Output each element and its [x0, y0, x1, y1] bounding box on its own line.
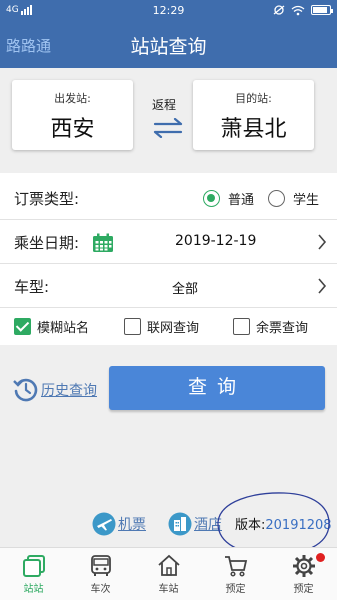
- cart-icon: [224, 556, 247, 577]
- bottom-tab-bar: 站站 车次 车站 预定 预定: [0, 547, 337, 600]
- wifi-icon: [291, 5, 305, 15]
- tab-label: 预定: [293, 584, 314, 595]
- swap-stations-icon[interactable]: [151, 118, 185, 138]
- tab-booking[interactable]: 预定: [202, 548, 269, 600]
- query-button[interactable]: 查询: [109, 366, 325, 410]
- chevron-right-icon: [318, 234, 327, 250]
- hotel-icon: [168, 512, 192, 536]
- query-form: 订票类型: 普通 学生 乘坐日期: 2019-12-19 车型: 全部 模糊站名…: [0, 173, 337, 345]
- radio-selected-icon[interactable]: [203, 190, 220, 207]
- arrival-label: 目的站:: [235, 92, 272, 105]
- train-type-label: 车型:: [14, 278, 50, 296]
- hotel-link[interactable]: 酒店: [168, 512, 222, 536]
- checkbox-unchecked-icon[interactable]: [233, 318, 250, 335]
- history-icon: [13, 378, 38, 402]
- alarm-icon: [273, 5, 285, 15]
- hotel-label: 酒店: [194, 517, 222, 533]
- status-icons: [273, 4, 333, 16]
- train-type-value: 全部: [172, 282, 199, 297]
- chevron-right-icon: [318, 278, 327, 294]
- title-bar: 路路通 站站查询: [0, 22, 337, 68]
- tab-label: 车次: [90, 584, 111, 595]
- station-selector: 出发站: 西安 返程 目的站: 萧县北: [0, 68, 337, 168]
- airplane-icon: [92, 512, 116, 536]
- air-ticket-link[interactable]: 机票: [92, 512, 146, 536]
- departure-station-card[interactable]: 出发站: 西安: [12, 80, 133, 150]
- battery-icon: [311, 5, 333, 15]
- arrival-station-card[interactable]: 目的站: 萧县北: [193, 80, 314, 150]
- checkbox-online-label: 联网查询: [147, 321, 200, 336]
- air-ticket-label: 机票: [118, 517, 146, 533]
- checkbox-remaining-label: 余票查询: [256, 321, 309, 336]
- version-number: 20191208: [265, 518, 332, 533]
- radio-normal[interactable]: 普通: [203, 189, 254, 208]
- calendar-icon: [93, 233, 113, 252]
- radio-normal-label: 普通: [228, 193, 255, 208]
- tab-label: 预定: [225, 584, 246, 595]
- ticket-type-row: 订票类型: 普通 学生: [0, 177, 337, 220]
- checkbox-fuzzy-label: 模糊站名: [37, 321, 90, 336]
- checkbox-fuzzy-station[interactable]: 模糊站名: [14, 317, 89, 336]
- version-label: 版本:: [235, 518, 266, 533]
- tab-train-number[interactable]: 车次: [67, 548, 134, 600]
- tab-station-to-station[interactable]: 站站: [0, 548, 67, 600]
- arrival-station: 萧县北: [220, 117, 287, 142]
- date-value: 2019-12-19: [175, 233, 257, 249]
- train-type-row[interactable]: 车型: 全部: [0, 265, 337, 308]
- departure-label: 出发站:: [54, 92, 91, 105]
- departure-station: 西安: [50, 117, 95, 142]
- status-bar: 4G 12:29: [0, 0, 337, 22]
- checkbox-remaining-tickets[interactable]: 余票查询: [233, 317, 308, 336]
- gear-icon: [292, 555, 315, 577]
- checkbox-online-query[interactable]: 联网查询: [124, 317, 199, 336]
- notification-badge: [316, 553, 325, 562]
- tab-label: 车站: [158, 584, 179, 595]
- bus-icon: [90, 555, 111, 576]
- history-query-label: 历史查询: [41, 382, 97, 399]
- radio-student[interactable]: 学生: [268, 189, 319, 208]
- options-row: 模糊站名 联网查询 余票查询: [0, 305, 337, 348]
- history-query-link[interactable]: 历史查询: [12, 376, 97, 403]
- checkbox-unchecked-icon[interactable]: [124, 318, 141, 335]
- ticket-type-label: 订票类型:: [14, 190, 80, 208]
- radio-unselected-icon[interactable]: [268, 190, 285, 207]
- house-icon: [157, 554, 180, 576]
- date-label: 乘坐日期:: [14, 234, 80, 252]
- version-info: 版本:20191208: [235, 514, 332, 533]
- radio-student-label: 学生: [293, 193, 320, 208]
- tab-label: 站站: [23, 584, 44, 595]
- tab-station[interactable]: 车站: [135, 548, 202, 600]
- tab-booking-settings[interactable]: 预定: [270, 548, 337, 600]
- date-row[interactable]: 乘坐日期: 2019-12-19: [0, 221, 337, 264]
- checkbox-checked-icon[interactable]: [14, 318, 31, 335]
- page-title: 站站查询: [130, 36, 207, 58]
- return-trip-label[interactable]: 返程: [140, 96, 188, 113]
- station-to-station-icon: [22, 555, 45, 577]
